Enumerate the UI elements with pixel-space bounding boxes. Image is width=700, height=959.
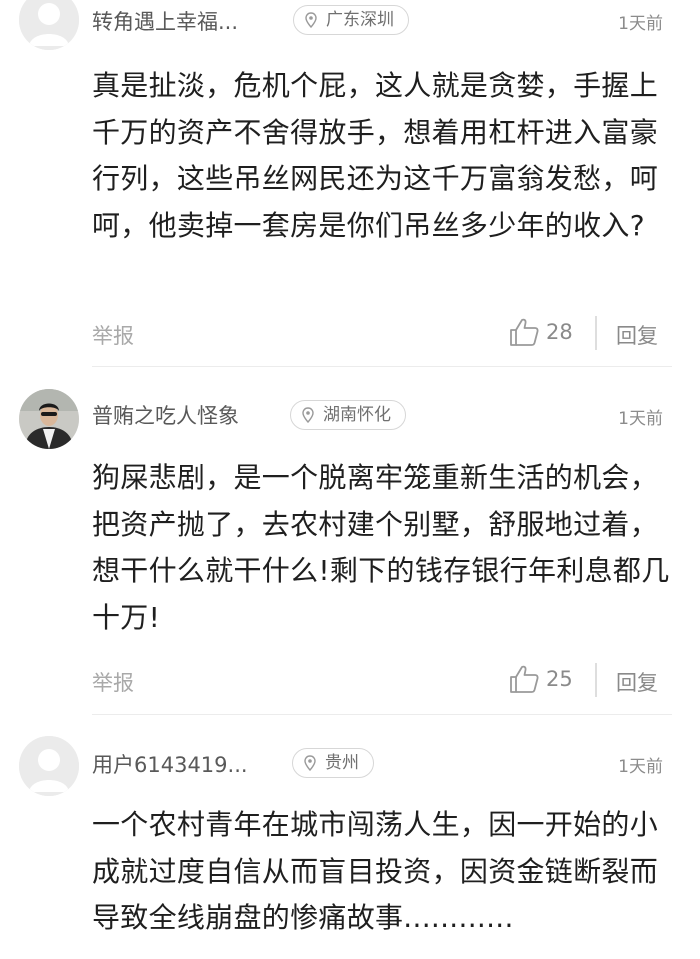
default-avatar-icon [19,0,79,50]
comment-time: 1天前 [618,409,663,429]
location-badge: 广东深圳 [293,5,409,35]
comment-item: 用户6143419... 贵州 1天前 一个农村青年在城市闯荡人生，因一开始的小… [0,718,700,959]
reply-button[interactable]: 回复 [616,320,658,350]
location-badge: 贵州 [292,748,374,778]
photo-avatar-icon [19,389,79,449]
report-button[interactable]: 举报 [92,320,134,350]
comment-text: 一个农村青年在城市闯荡人生，因一开始的小成就过度自信从而盲目投资，因资金链断裂而… [92,808,659,934]
thumbs-up-icon[interactable] [508,316,540,348]
like-count: 28 [546,320,573,344]
location-text: 广东深圳 [326,10,394,30]
avatar[interactable] [19,0,79,50]
comment-divider [92,366,672,367]
comment-time: 1天前 [618,14,663,34]
location-text: 湖南怀化 [323,405,391,425]
username[interactable]: 用户6143419... [92,749,248,779]
username[interactable]: 普贿之吃人怪象 [92,400,239,430]
action-separator [595,316,597,350]
location-pin-icon [305,12,317,28]
default-avatar-icon [19,736,79,796]
location-text: 贵州 [325,753,359,773]
location-pin-icon [302,407,314,423]
username[interactable]: 转角遇上幸福... [92,6,238,36]
location-pin-icon [304,755,316,771]
like-count: 25 [546,667,573,691]
thumbs-up-icon[interactable] [508,663,540,695]
avatar[interactable] [19,389,79,449]
comment-time: 1天前 [618,757,663,777]
comment-item: 转角遇上幸福... 广东深圳 1天前 真是扯淡，危机个屁，这人就是贪婪，手握上千… [0,0,700,364]
comment-divider [92,714,672,715]
comment-item: 普贿之吃人怪象 湖南怀化 1天前 狗屎悲剧，是一个脱离牢笼重新生活的机会，把资产… [0,370,700,710]
report-button[interactable]: 举报 [92,667,134,697]
reply-button[interactable]: 回复 [616,667,658,697]
comment-text: 狗屎悲剧，是一个脱离牢笼重新生活的机会，把资产抛了，去农村建个别墅，舒服地过着，… [92,461,670,634]
action-separator [595,663,597,697]
avatar[interactable] [19,736,79,796]
comment-text: 真是扯淡，危机个屁，这人就是贪婪，手握上千万的资产不舍得放手，想着用杠杆进入富豪… [92,69,659,242]
location-badge: 湖南怀化 [290,400,406,430]
